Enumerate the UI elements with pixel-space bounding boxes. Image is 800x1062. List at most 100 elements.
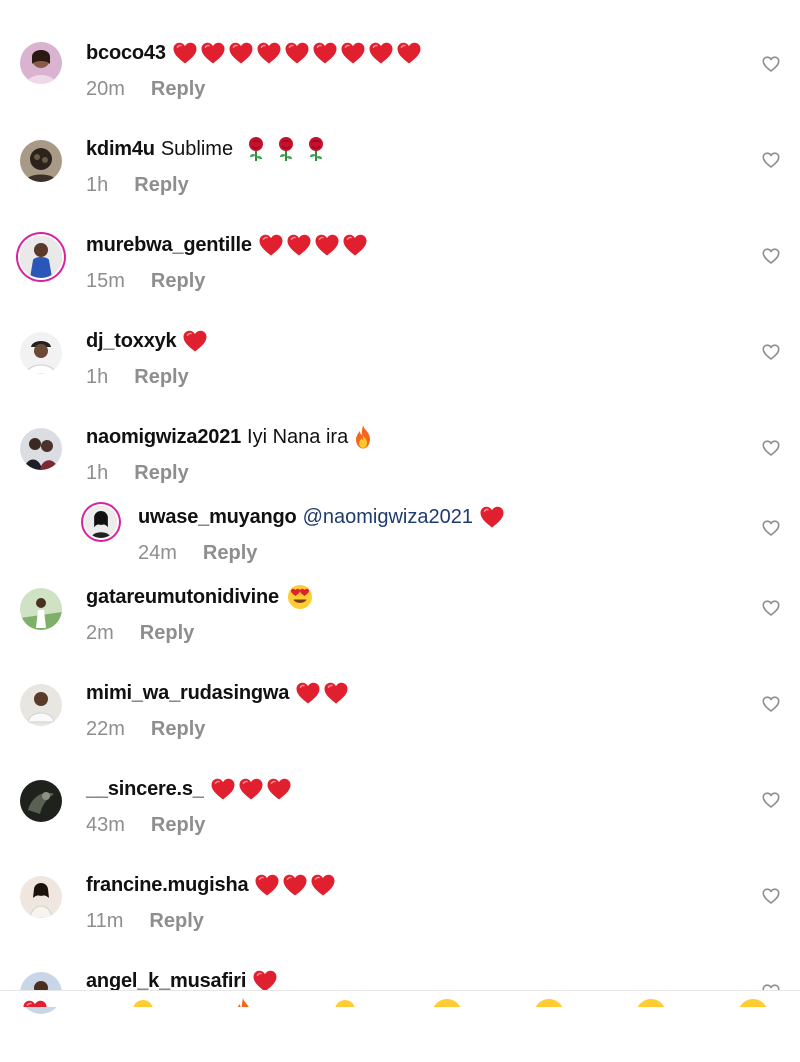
reply-button[interactable]: Reply bbox=[149, 910, 203, 933]
comment-line: bcoco43 bbox=[86, 38, 422, 68]
comment-item: angel_k_musafiri bbox=[0, 966, 800, 1062]
red-heart-icon bbox=[182, 329, 208, 353]
comment-line: murebwa_gentille bbox=[86, 230, 368, 260]
reply-button[interactable]: Reply bbox=[134, 366, 188, 389]
comment-meta: 1h Reply bbox=[86, 366, 189, 389]
comment-item: francine.mugisha 11m Reply bbox=[0, 870, 800, 966]
avatar[interactable] bbox=[20, 140, 62, 182]
avatar[interactable] bbox=[85, 506, 117, 538]
username[interactable]: kdim4u bbox=[86, 137, 155, 161]
avatar[interactable] bbox=[20, 428, 62, 470]
heart-outline-icon[interactable] bbox=[762, 55, 780, 73]
reply-button[interactable]: Reply bbox=[134, 462, 188, 485]
reply-button[interactable]: Reply bbox=[151, 814, 205, 837]
heart-outline-icon[interactable] bbox=[762, 247, 780, 265]
heart-emojis bbox=[210, 777, 292, 801]
comment-meta: 24m Reply bbox=[138, 542, 257, 565]
red-heart-icon bbox=[312, 41, 338, 65]
avatar[interactable] bbox=[20, 236, 62, 278]
comment-text: Sublime bbox=[160, 138, 234, 160]
red-heart-icon bbox=[254, 873, 280, 897]
heart-emojis bbox=[258, 233, 368, 257]
timestamp: 15m bbox=[86, 270, 125, 292]
heart-emojis bbox=[479, 505, 505, 529]
rose-emojis bbox=[241, 136, 329, 162]
comment-item: murebwa_gentille 15m Reply bbox=[0, 230, 800, 326]
timestamp: 24m bbox=[138, 542, 177, 564]
mention-link[interactable]: @naomigwiza2021 bbox=[303, 505, 473, 529]
red-heart-icon bbox=[340, 41, 366, 65]
username[interactable]: uwase_muyango bbox=[138, 505, 297, 529]
red-heart-icon bbox=[323, 681, 349, 705]
comment-line: naomigwiza2021 Iyi Nana ira bbox=[86, 422, 376, 452]
username[interactable]: __sincere.s_ bbox=[86, 777, 204, 801]
rose-icon bbox=[273, 136, 299, 162]
comment-meta: 15m Reply bbox=[86, 270, 205, 293]
red-heart-icon bbox=[266, 777, 292, 801]
heart-outline-icon[interactable] bbox=[762, 439, 780, 457]
red-heart-icon bbox=[210, 777, 236, 801]
comment-item: kdim4u Sublime 1h Reply bbox=[0, 134, 800, 230]
comment-text: Iyi Nana ira bbox=[247, 426, 349, 448]
username[interactable]: dj_toxxyk bbox=[86, 329, 177, 353]
avatar[interactable] bbox=[20, 780, 62, 822]
red-heart-icon bbox=[396, 41, 422, 65]
username[interactable]: bcoco43 bbox=[86, 41, 166, 65]
reply-button[interactable]: Reply bbox=[151, 78, 205, 101]
heart-emojis bbox=[172, 41, 422, 65]
red-heart-icon bbox=[284, 41, 310, 65]
comment-meta: 2m Reply bbox=[86, 622, 194, 645]
red-heart-icon bbox=[368, 41, 394, 65]
comment-meta: 1h Reply bbox=[86, 174, 189, 197]
emoji-reaction-bar bbox=[0, 990, 800, 1007]
comment-meta: 20m Reply bbox=[86, 78, 205, 101]
username[interactable]: murebwa_gentille bbox=[86, 233, 252, 257]
red-heart-icon bbox=[310, 873, 336, 897]
red-heart-icon bbox=[479, 505, 505, 529]
fire-icon bbox=[350, 424, 376, 450]
timestamp: 43m bbox=[86, 814, 125, 836]
comment-meta: 1h Reply bbox=[86, 462, 189, 485]
comment-line: dj_toxxyk bbox=[86, 326, 208, 356]
reply-button[interactable]: Reply bbox=[134, 174, 188, 197]
heart-outline-icon[interactable] bbox=[762, 695, 780, 713]
comment-item: gatareumutonidivine 2m Reply bbox=[0, 582, 800, 678]
avatar[interactable] bbox=[20, 588, 62, 630]
comment-line: uwase_muyango @naomigwiza2021 bbox=[138, 502, 505, 532]
comment-item: mimi_wa_rudasingwa 22m Reply bbox=[0, 678, 800, 774]
avatar[interactable] bbox=[20, 332, 62, 374]
heart-outline-icon[interactable] bbox=[762, 887, 780, 905]
username[interactable]: mimi_wa_rudasingwa bbox=[86, 681, 289, 705]
avatar[interactable] bbox=[20, 42, 62, 84]
comment-line: mimi_wa_rudasingwa bbox=[86, 678, 349, 708]
reply-button[interactable]: Reply bbox=[203, 542, 257, 565]
heart-outline-icon[interactable] bbox=[762, 519, 780, 537]
red-heart-icon bbox=[342, 233, 368, 257]
avatar[interactable] bbox=[20, 876, 62, 918]
reply-button[interactable]: Reply bbox=[151, 270, 205, 293]
comment-item: dj_toxxyk 1h Reply bbox=[0, 326, 800, 422]
heart-outline-icon[interactable] bbox=[762, 343, 780, 361]
reply-button[interactable]: Reply bbox=[140, 622, 194, 645]
comment-item: __sincere.s_ 43m Reply bbox=[0, 774, 800, 870]
username[interactable]: gatareumutonidivine bbox=[86, 585, 279, 609]
username[interactable]: naomigwiza2021 bbox=[86, 425, 241, 449]
heart-emojis bbox=[182, 329, 208, 353]
timestamp: 1h bbox=[86, 366, 109, 388]
heart-outline-icon[interactable] bbox=[762, 151, 780, 169]
comment-meta: 22m Reply bbox=[86, 718, 205, 741]
red-heart-icon bbox=[314, 233, 340, 257]
comment-line: kdim4u Sublime bbox=[86, 134, 329, 164]
heart-emojis bbox=[254, 873, 336, 897]
username[interactable]: francine.mugisha bbox=[86, 873, 249, 897]
reply-button[interactable]: Reply bbox=[151, 718, 205, 741]
heart-outline-icon[interactable] bbox=[762, 791, 780, 809]
comment-line: __sincere.s_ bbox=[86, 774, 292, 804]
heart-outline-icon[interactable] bbox=[762, 599, 780, 617]
timestamp: 1h bbox=[86, 462, 109, 484]
red-heart-icon bbox=[286, 233, 312, 257]
timestamp: 11m bbox=[86, 910, 124, 932]
comment-item: bcoco43 20m Reply bbox=[0, 38, 800, 134]
rose-icon bbox=[303, 136, 329, 162]
avatar[interactable] bbox=[20, 684, 62, 726]
